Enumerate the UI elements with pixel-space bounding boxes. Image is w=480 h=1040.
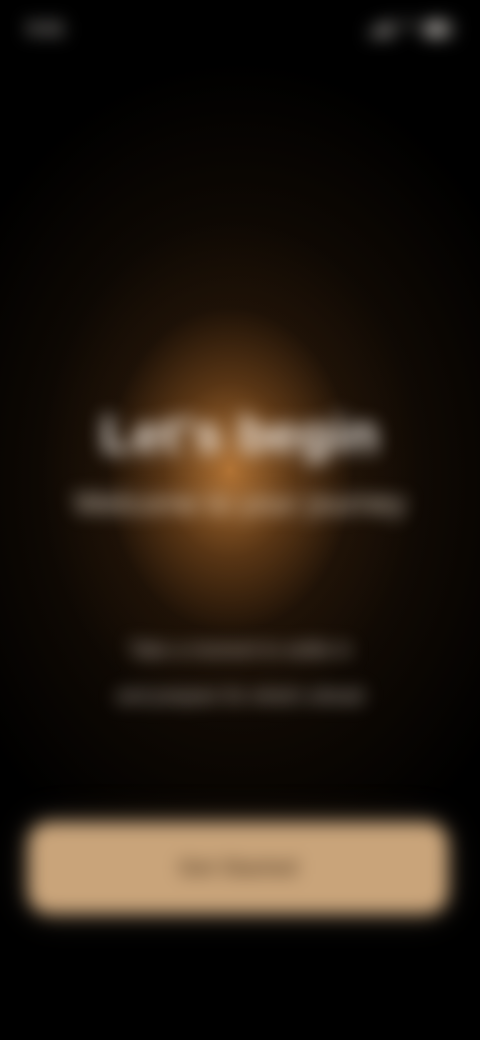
battery-icon [424, 22, 452, 36]
hero-subtitle: Welcome to your journey [74, 487, 406, 520]
hero-title: Let's begin [101, 406, 379, 464]
description: Take a moment to settle in and prepare f… [90, 628, 390, 720]
status-icons [370, 22, 452, 36]
blurred-layer: 9:41 Let's begin Welcome to your journey… [0, 0, 480, 1040]
description-line-2: and prepare for what's ahead [116, 686, 364, 707]
signal-icon [370, 22, 392, 36]
battery-fill [427, 25, 445, 33]
wifi-icon [399, 23, 417, 35]
screen: 9:41 Let's begin Welcome to your journey… [0, 0, 480, 1040]
get-started-button[interactable]: Get Started [28, 822, 448, 914]
status-time: 9:41 [28, 19, 65, 38]
status-bar: 9:41 [28, 14, 452, 44]
hero: Let's begin Welcome to your journey [40, 405, 440, 521]
description-line-1: Take a moment to settle in [129, 640, 351, 661]
